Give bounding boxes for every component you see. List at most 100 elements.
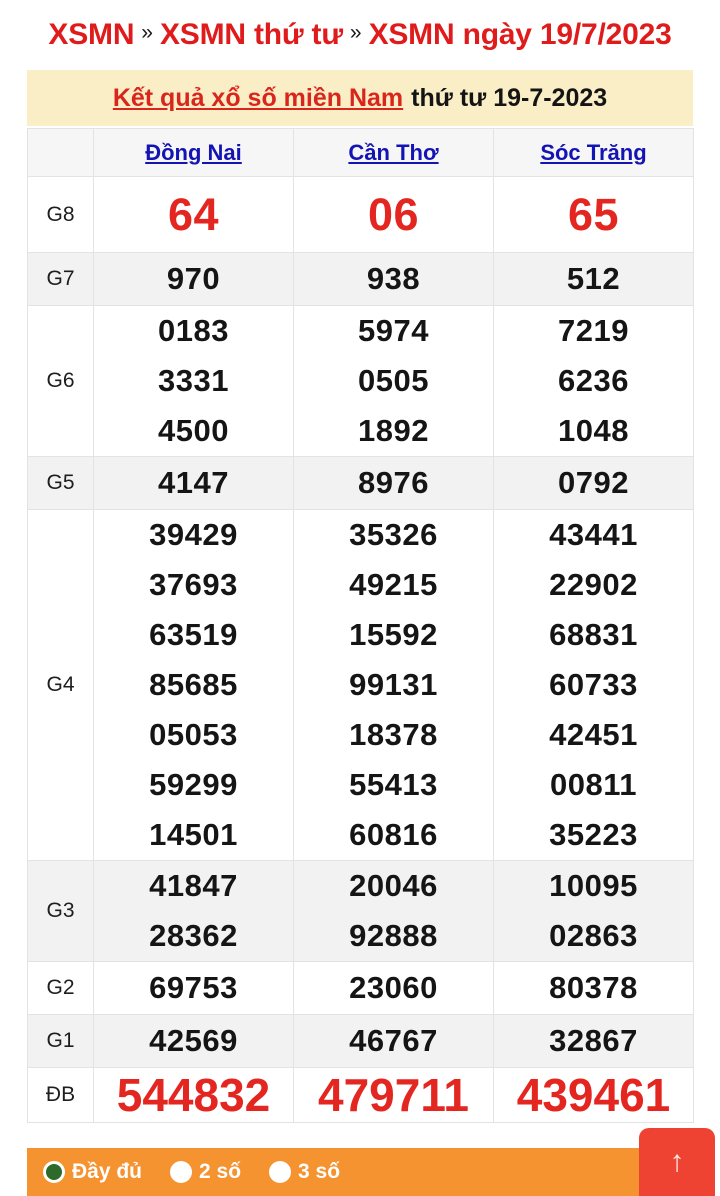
prize-number: 05053 bbox=[149, 717, 238, 752]
prize-cell: 439461 bbox=[493, 1067, 694, 1123]
province-header-3: Sóc Trăng bbox=[493, 128, 694, 177]
radio-unselected-icon[interactable] bbox=[170, 1161, 193, 1183]
prize-number: 7219 bbox=[558, 313, 629, 348]
table-row: G5 4147 8976 0792 bbox=[27, 456, 694, 510]
prize-number: 15592 bbox=[349, 617, 438, 652]
prize-number: 65 bbox=[567, 188, 620, 240]
province-link-dong-nai[interactable]: Đồng Nai bbox=[145, 140, 242, 165]
prize-number: 06 bbox=[367, 188, 420, 240]
prize-cell: 23060 bbox=[293, 961, 494, 1015]
prize-number: 63519 bbox=[149, 617, 238, 652]
prize-number: 42451 bbox=[549, 717, 638, 752]
breadcrumb-separator-icon: » bbox=[141, 21, 153, 44]
prize-cell: 20046 92888 bbox=[293, 860, 494, 962]
prize-cell: 938 bbox=[293, 252, 494, 306]
prize-cell: 5974 0505 1892 bbox=[293, 305, 494, 457]
table-row: G6 0183 3331 4500 5974 0505 1892 7219 6236 1048 bbox=[27, 305, 694, 457]
prize-number: 35223 bbox=[549, 817, 638, 852]
scroll-to-top-button[interactable]: ↑ bbox=[639, 1128, 715, 1196]
prize-cell: 479711 bbox=[293, 1067, 494, 1123]
prize-number: 41847 bbox=[149, 868, 238, 903]
lottery-results-table: Đồng Nai Cần Thơ Sóc Trăng G8 64 06 65 G7 970… bbox=[27, 128, 694, 1123]
breadcrumb-item-3[interactable]: XSMN ngày 19/7/2023 bbox=[369, 18, 672, 52]
prize-number: 99131 bbox=[349, 667, 438, 702]
prize-number: 28362 bbox=[149, 918, 238, 953]
prize-cell: 42569 bbox=[93, 1014, 294, 1068]
prize-cell: 35326 49215 15592 99131 18378 55413 60816 bbox=[293, 509, 494, 861]
table-row: ĐB 544832 479711 439461 bbox=[27, 1067, 694, 1123]
prize-number: 00811 bbox=[550, 767, 637, 802]
prize-cell: 8976 bbox=[293, 456, 494, 510]
prize-number: 46767 bbox=[349, 1023, 438, 1058]
prize-number: 80378 bbox=[549, 970, 638, 1005]
prize-cell: 46767 bbox=[293, 1014, 494, 1068]
prize-cell: 06 bbox=[293, 176, 494, 253]
prize-label-G4: G4 bbox=[27, 509, 94, 861]
table-row: G7 970 938 512 bbox=[27, 252, 694, 306]
prize-number: 938 bbox=[366, 261, 421, 296]
table-row: G1 42569 46767 32867 bbox=[27, 1014, 694, 1068]
prize-number: 970 bbox=[166, 261, 221, 296]
prize-number: 18378 bbox=[349, 717, 438, 752]
prize-number: 68831 bbox=[549, 617, 638, 652]
prize-number: 55413 bbox=[349, 767, 438, 802]
radio-label-2-digits: 2 số bbox=[199, 1160, 242, 1183]
province-header-2: Cần Thơ bbox=[293, 128, 494, 177]
prize-number: 02863 bbox=[549, 918, 638, 953]
breadcrumb: XSMN » XSMN thứ tư » XSMN ngày 19/7/2023 bbox=[0, 0, 720, 70]
prize-cell: 64 bbox=[93, 176, 294, 253]
prize-cell: 43441 22902 68831 60733 42451 00811 35223 bbox=[493, 509, 694, 861]
province-link-can-tho[interactable]: Cần Thơ bbox=[348, 140, 438, 165]
prize-cell: 4147 bbox=[93, 456, 294, 510]
radio-unselected-icon[interactable] bbox=[269, 1161, 292, 1183]
prize-label-G2: G2 bbox=[27, 961, 94, 1015]
prize-label-header bbox=[27, 128, 94, 177]
prize-number: 544832 bbox=[116, 1069, 271, 1121]
prize-number: 512 bbox=[566, 261, 621, 296]
radio-option-2-digits[interactable]: 2 số bbox=[170, 1160, 241, 1184]
radio-label-3-digits: 3 số bbox=[298, 1160, 341, 1183]
prize-number: 64 bbox=[167, 188, 220, 240]
page-title-banner: Kết quả xổ số miền Nam thứ tư 19-7-2023 bbox=[27, 70, 693, 126]
breadcrumb-separator-icon: » bbox=[349, 21, 362, 44]
prize-number: 42569 bbox=[149, 1023, 238, 1058]
display-mode-bar: Đầy đủ 2 số 3 số bbox=[27, 1148, 693, 1196]
prize-number: 1048 bbox=[558, 413, 629, 448]
prize-number: 4147 bbox=[158, 465, 229, 500]
prize-label-G6: G6 bbox=[27, 305, 94, 457]
prize-number: 69753 bbox=[149, 970, 238, 1005]
table-row: G8 64 06 65 bbox=[27, 176, 694, 253]
radio-selected-icon[interactable] bbox=[43, 1161, 65, 1183]
table-body: G8 64 06 65 G7 970 938 512 G6 0183 3331 4500 5974 050… bbox=[27, 176, 694, 1123]
table-row: G3 41847 28362 20046 92888 10095 02863 bbox=[27, 860, 694, 962]
radio-label-full: Đầy đủ bbox=[72, 1160, 143, 1183]
prize-cell: 80378 bbox=[493, 961, 694, 1015]
prize-number: 60733 bbox=[549, 667, 638, 702]
up-arrow-icon: ↑ bbox=[669, 1145, 685, 1178]
breadcrumb-item-1[interactable]: XSMN bbox=[48, 18, 134, 52]
prize-label-G3: G3 bbox=[27, 860, 94, 962]
prize-number: 39429 bbox=[149, 517, 238, 552]
prize-number: 60816 bbox=[349, 817, 438, 852]
prize-number: 35326 bbox=[349, 517, 438, 552]
prize-cell: 512 bbox=[493, 252, 694, 306]
prize-number: 439461 bbox=[516, 1069, 671, 1121]
prize-label-G7: G7 bbox=[27, 252, 94, 306]
radio-option-3-digits[interactable]: 3 số bbox=[269, 1160, 340, 1184]
page-title-date: thứ tư 19-7-2023 bbox=[411, 83, 608, 112]
prize-number: 14501 bbox=[149, 817, 238, 852]
prize-number: 49215 bbox=[349, 567, 438, 602]
prize-cell: 7219 6236 1048 bbox=[493, 305, 694, 457]
table-row: G4 39429 37693 63519 85685 05053 59299 14501 353… bbox=[27, 509, 694, 861]
breadcrumb-item-2[interactable]: XSMN thứ tư bbox=[160, 18, 343, 52]
prize-cell: 0792 bbox=[493, 456, 694, 510]
prize-cell: 69753 bbox=[93, 961, 294, 1015]
prize-number: 10095 bbox=[549, 868, 638, 903]
radio-option-full[interactable]: Đầy đủ bbox=[43, 1160, 142, 1184]
prize-number: 85685 bbox=[149, 667, 238, 702]
province-link-soc-trang[interactable]: Sóc Trăng bbox=[540, 140, 646, 165]
prize-label-G1: G1 bbox=[27, 1014, 94, 1068]
page-title-link[interactable]: Kết quả xổ số miền Nam bbox=[113, 84, 403, 113]
prize-cell: 39429 37693 63519 85685 05053 59299 14501 bbox=[93, 509, 294, 861]
prize-number: 23060 bbox=[349, 970, 438, 1005]
